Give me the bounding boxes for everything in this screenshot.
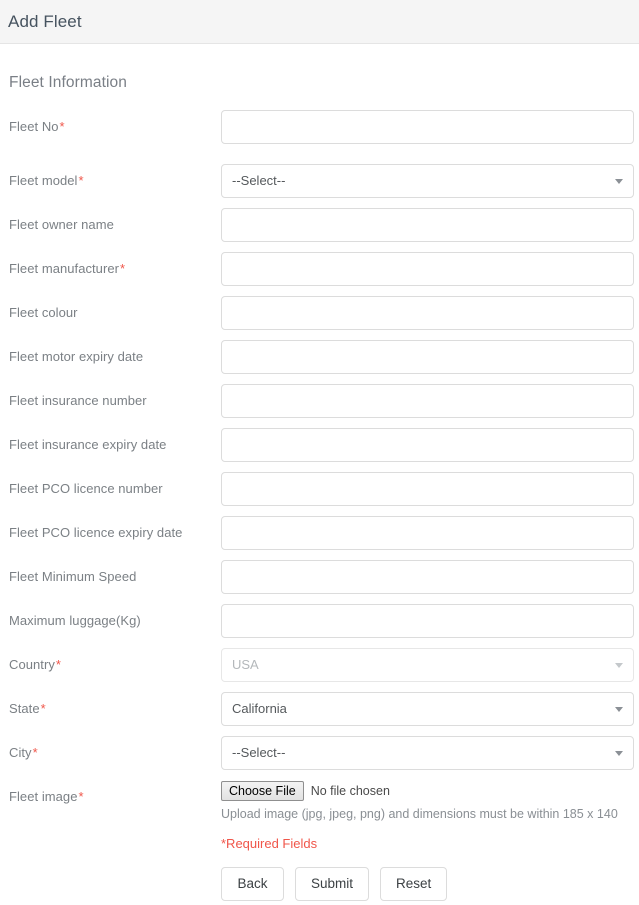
label-fleet-minimum-speed: Fleet Minimum Speed — [9, 569, 137, 584]
page-title: Add Fleet — [8, 11, 82, 31]
label-text-fleet-manufacturer: Fleet manufacturer — [9, 261, 120, 276]
file-upload-hint: Upload image (jpg, jpeg, png) and dimens… — [221, 807, 618, 821]
required-asterisk: * — [78, 789, 84, 804]
state-select[interactable]: California — [221, 692, 634, 726]
form-row-fleet-motor-expiry-date: Fleet motor expiry date — [0, 340, 639, 374]
form-row-fleet-minimum-speed: Fleet Minimum Speed — [0, 560, 639, 594]
back-button[interactable]: Back — [221, 867, 284, 901]
form-row-fleet-model: Fleet model* --Select-- — [0, 164, 639, 198]
city-select[interactable]: --Select-- — [221, 736, 634, 770]
form-row-fleet-owner-name: Fleet owner name — [0, 208, 639, 242]
label-state: State* — [9, 692, 221, 717]
field-fleet-insurance-expiry-date — [221, 428, 634, 462]
form-row-city: City* --Select-- — [0, 736, 639, 770]
field-fleet-pco-licence-expiry-date — [221, 516, 634, 550]
field-fleet-colour — [221, 296, 634, 330]
label-text-state: State — [9, 701, 40, 716]
label-text-fleet-model: Fleet model — [9, 173, 78, 188]
label-fleet-pco-licence-number: Fleet PCO licence number — [9, 481, 163, 496]
form-row-fleet-insurance-number: Fleet insurance number — [0, 384, 639, 418]
form-row-fleet-pco-licence-number: Fleet PCO licence number — [0, 472, 639, 506]
field-fleet-image: Choose File No file chosen Upload image … — [221, 780, 634, 901]
label-fleet-manufacturer: Fleet manufacturer* — [9, 252, 221, 277]
required-asterisk: * — [120, 261, 126, 276]
form-row-state: State* California — [0, 692, 639, 726]
form-row-fleet-image: Fleet image* Choose File No file chosen … — [0, 780, 639, 901]
label-fleet-insurance-number: Fleet insurance number — [9, 393, 147, 408]
fleet-motor-expiry-date-input[interactable] — [221, 340, 634, 374]
choose-file-button[interactable]: Choose File — [221, 781, 304, 801]
file-upload-control[interactable]: Choose File No file chosen — [221, 780, 634, 802]
fleet-colour-input[interactable] — [221, 296, 634, 330]
fleet-manufacturer-input[interactable] — [221, 252, 634, 286]
field-fleet-manufacturer — [221, 252, 634, 286]
field-maximum-luggage — [221, 604, 634, 638]
country-select: USA — [221, 648, 634, 682]
required-fields-note: *Required Fields — [221, 836, 318, 851]
fleet-pco-licence-number-input[interactable] — [221, 472, 634, 506]
field-state: California — [221, 692, 634, 726]
label-fleet-model: Fleet model* — [9, 164, 221, 189]
required-asterisk: * — [78, 173, 84, 188]
file-chosen-status: No file chosen — [310, 784, 390, 798]
field-fleet-motor-expiry-date — [221, 340, 634, 374]
form-row-fleet-colour: Fleet colour — [0, 296, 639, 330]
fleet-no-input[interactable] — [221, 110, 634, 144]
field-fleet-pco-licence-number — [221, 472, 634, 506]
form-row-fleet-no: Fleet No* — [0, 110, 639, 144]
field-fleet-owner-name — [221, 208, 634, 242]
label-fleet-motor-expiry-date: Fleet motor expiry date — [9, 349, 144, 364]
fleet-model-select[interactable]: --Select-- — [221, 164, 634, 198]
required-asterisk: * — [40, 701, 46, 716]
field-country: USA — [221, 648, 634, 682]
fleet-insurance-expiry-date-input[interactable] — [221, 428, 634, 462]
maximum-luggage-input[interactable] — [221, 604, 634, 638]
label-city: City* — [9, 736, 221, 761]
page-header: Add Fleet — [0, 0, 639, 44]
field-fleet-minimum-speed — [221, 560, 634, 594]
label-text-country: Country — [9, 657, 55, 672]
fleet-information-form: Fleet No* Fleet model* --Select-- Fleet … — [0, 92, 639, 901]
form-row-fleet-manufacturer: Fleet manufacturer* — [0, 252, 639, 286]
form-row-fleet-pco-licence-expiry-date: Fleet PCO licence expiry date — [0, 516, 639, 550]
fleet-pco-licence-expiry-date-input[interactable] — [221, 516, 634, 550]
field-city: --Select-- — [221, 736, 634, 770]
label-fleet-pco-licence-expiry-date: Fleet PCO licence expiry date — [9, 525, 183, 540]
label-text-city: City — [9, 745, 32, 760]
required-asterisk: * — [32, 745, 38, 760]
field-fleet-no — [221, 110, 634, 144]
required-asterisk: * — [59, 119, 65, 134]
label-fleet-colour: Fleet colour — [9, 305, 78, 320]
fleet-insurance-number-input[interactable] — [221, 384, 634, 418]
field-fleet-insurance-number — [221, 384, 634, 418]
label-maximum-luggage: Maximum luggage(Kg) — [9, 613, 141, 628]
label-fleet-image: Fleet image* — [9, 780, 221, 805]
label-fleet-insurance-expiry-date: Fleet insurance expiry date — [9, 437, 167, 452]
submit-button[interactable]: Submit — [295, 867, 370, 901]
section-title: Fleet Information — [9, 74, 128, 91]
field-fleet-model: --Select-- — [221, 164, 634, 198]
add-fleet-page: Add Fleet Fleet Information Fleet No* Fl… — [0, 0, 639, 905]
label-fleet-owner-name: Fleet owner name — [9, 217, 114, 232]
reset-button[interactable]: Reset — [380, 867, 448, 901]
fleet-minimum-speed-input[interactable] — [221, 560, 634, 594]
label-country: Country* — [9, 648, 221, 673]
form-row-country: Country* USA — [0, 648, 639, 682]
label-text-fleet-no: Fleet No — [9, 119, 59, 134]
label-text-fleet-image: Fleet image — [9, 789, 78, 804]
label-fleet-no: Fleet No* — [9, 110, 221, 135]
fleet-owner-name-input[interactable] — [221, 208, 634, 242]
form-actions: Back Submit Reset — [221, 853, 634, 901]
form-row-fleet-insurance-expiry-date: Fleet insurance expiry date — [0, 428, 639, 462]
form-row-maximum-luggage: Maximum luggage(Kg) — [0, 604, 639, 638]
required-asterisk: * — [55, 657, 61, 672]
